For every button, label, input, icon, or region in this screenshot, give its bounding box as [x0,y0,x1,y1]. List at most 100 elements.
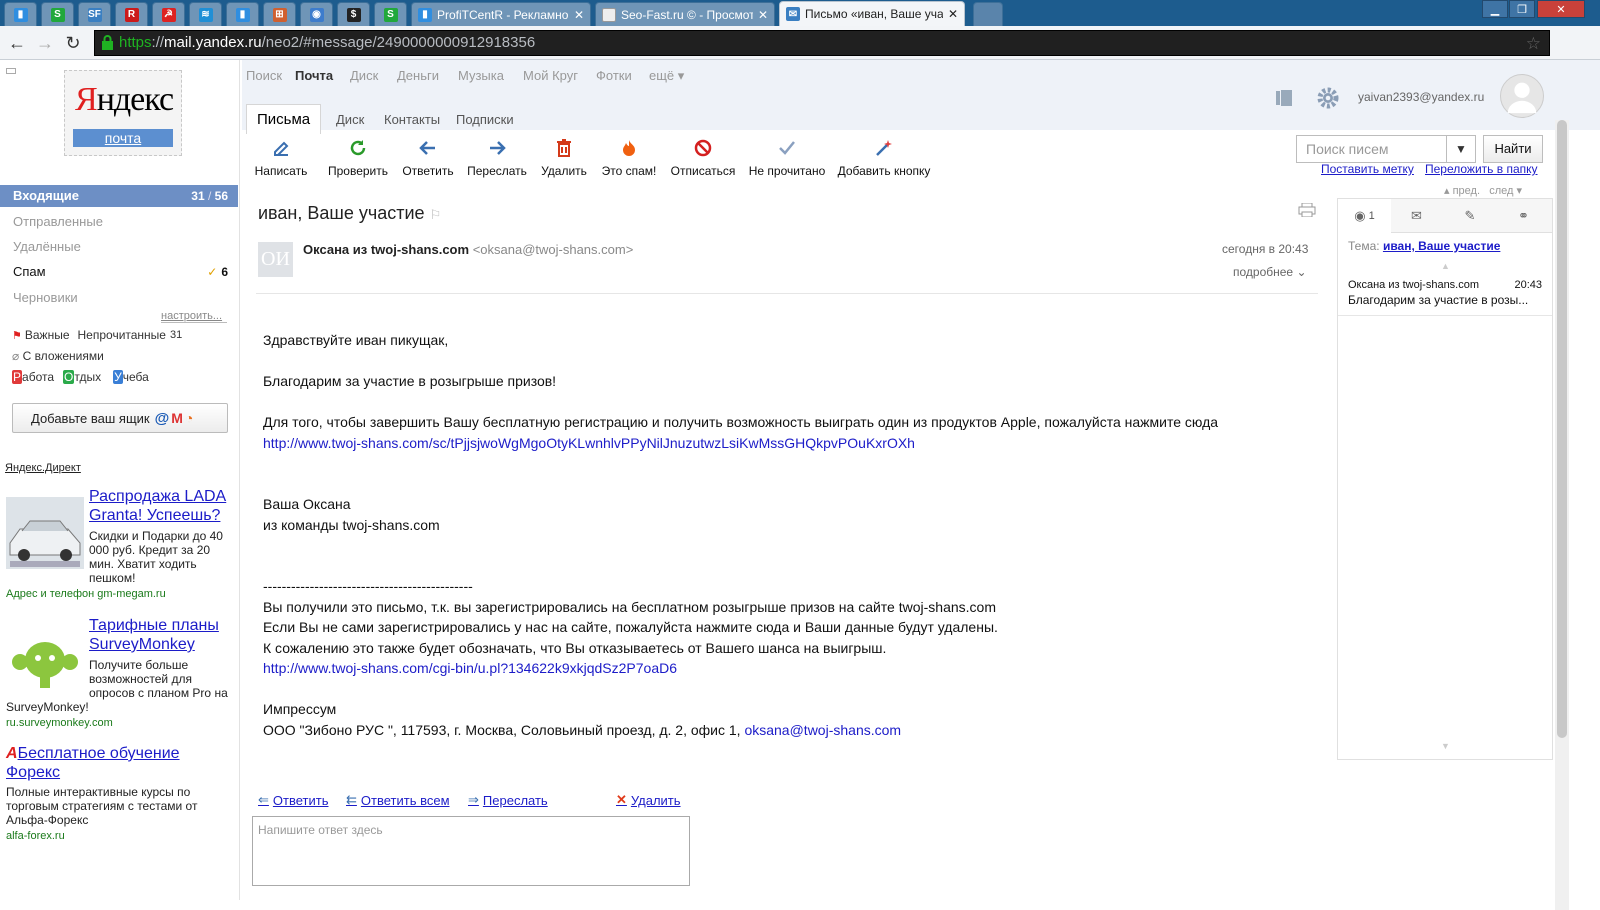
service-link[interactable]: ещё ▾ [649,68,684,84]
close-tab-icon[interactable]: ✕ [948,7,958,21]
service-link[interactable]: Диск [350,68,378,83]
thread-subject-link[interactable]: иван, Ваше участие [1383,239,1500,253]
search-button[interactable]: Найти [1483,135,1543,163]
browser-tab[interactable]: ☭ [152,2,185,26]
broom-icon[interactable]: ✓ [207,265,217,279]
service-link[interactable]: Фотки [596,68,632,83]
toolbar-reply-button[interactable]: Ответить [402,138,454,178]
footer-delete-button[interactable]: ✕ Удалить [616,792,681,808]
alfa-logo[interactable]: A [6,745,18,762]
browser-tab[interactable]: ▮ [226,2,259,26]
thread-tab[interactable]: ⚭ [1499,199,1552,233]
move-to-folder-link[interactable]: Переложить в папку [1425,162,1538,176]
scroll-up-icon[interactable]: ▲ [1441,261,1450,271]
browser-tab[interactable]: R [115,2,148,26]
folders-setup-link[interactable]: настроить... [161,310,227,323]
subtab-item[interactable]: Подписки [456,112,514,127]
reload-icon[interactable]: ↻ [62,32,84,54]
browser-tab[interactable]: S [374,2,407,26]
search-options-button[interactable]: ▼ [1446,135,1476,163]
ad-url[interactable]: alfa-forex.ru [6,830,230,842]
ad-url[interactable]: ru.surveymonkey.com [6,717,230,729]
thread-item[interactable]: Оксана из twoj-shans.com 20:43 Благодарим… [1338,274,1552,316]
browser-tab[interactable]: ⊞ [263,2,296,26]
service-link[interactable]: Музыка [458,68,504,83]
user-email[interactable]: yaivan2393@yandex.ru [1358,90,1484,104]
label-item[interactable]: Отдых [63,370,101,384]
message-sender[interactable]: Оксана из twoj-shans.com <oksana@twoj-sh… [303,242,633,257]
car-image[interactable] [6,497,84,572]
subtab-item[interactable]: Диск [336,112,364,127]
label-item[interactable]: Работа [12,370,54,384]
browser-tab[interactable]: ◉ [300,2,333,26]
thread-tab[interactable]: ✎ [1445,199,1498,233]
next-link[interactable]: след ▾ [1489,185,1522,197]
details-link[interactable]: подробнее ⌄ [1233,265,1307,279]
browser-tab[interactable]: ▮ ProfiTCentR - Рекламное ✕ [411,2,591,26]
scrollbar-thumb[interactable] [1557,120,1567,738]
bookmark-star-icon[interactable]: ☆ [1526,32,1541,56]
browser-tab[interactable]: ▮ [4,2,37,26]
body-link[interactable]: http://www.twoj-shans.com/cgi-bin/u.pl?1… [263,660,677,676]
url-bar[interactable]: https://mail.yandex.ru/neo2/#message/249… [94,30,1550,56]
folder-drafts[interactable]: Черновики [0,287,238,309]
footer-reply-all-button[interactable]: ⇇ Ответить всем [346,792,450,808]
thread-tab[interactable]: ✉ [1392,199,1445,233]
minimize-icon[interactable]: ▁ [1482,0,1508,18]
filter-important[interactable]: ⚑ Важные Непрочитанные 31 [12,328,182,342]
prev-link[interactable]: ▴ пред. [1444,185,1480,197]
toolbar-flame-button[interactable]: Это спам! [601,138,657,178]
folder-deleted[interactable]: Удалённые [0,236,238,258]
service-link[interactable]: Деньги [397,68,439,83]
browser-tab[interactable]: $ [337,2,370,26]
thread-tab[interactable]: ◉ 1 [1338,199,1391,233]
close-window-icon[interactable]: ✕ [1537,0,1585,18]
browser-tab[interactable]: ≋ [189,2,222,26]
close-tab-icon[interactable]: ✕ [574,8,584,22]
back-icon[interactable]: ← [6,32,28,54]
maximize-icon[interactable]: ❐ [1509,0,1535,18]
page-scrollbar[interactable] [1555,120,1569,910]
label-item[interactable]: Учеба [113,370,149,384]
filter-unread-label[interactable]: Непрочитанные [78,328,166,342]
gear-icon[interactable] [1316,86,1340,110]
subtab-letters[interactable]: Письма [246,104,322,134]
folder-sent[interactable]: Отправленные [0,211,238,233]
label-action-link[interactable]: Поставить метку [1321,162,1414,176]
toolbar-compose-button[interactable]: Написать [254,138,308,178]
browser-tab[interactable]: SF [78,2,111,26]
close-tab-icon[interactable]: ✕ [758,8,768,22]
new-tab-button[interactable] [973,2,1003,26]
ad-title[interactable]: Бесплатное обучение Форекс [6,745,180,781]
footer-reply-button[interactable]: ⇐ Ответить [258,792,328,808]
body-link[interactable]: oksana@twoj-shans.com [744,722,901,738]
ad-url[interactable]: Адрес и телефон gm-megam.ru [6,588,230,600]
collapse-icon[interactable] [6,68,16,74]
filter-attachments[interactable]: ⌀ С вложениями [12,349,104,363]
toolbar-refresh-button[interactable]: Проверить [328,138,388,178]
browser-tab[interactable]: S [41,2,74,26]
toolbar-block-button[interactable]: Отписаться [670,138,736,178]
footer-forward-button[interactable]: ⇒ Переслать [468,792,548,808]
browser-tab[interactable]: ✉ Письмо «иван, Ваше уча ✕ [779,1,965,26]
yandex-direct-link[interactable]: Яндекс.Директ [5,462,81,474]
forward-nav-icon[interactable]: → [34,32,56,54]
quick-reply-textarea[interactable]: Напишите ответ здесь [252,816,690,886]
print-icon[interactable] [1298,203,1316,217]
yandex-mail-logo[interactable]: Яндекс почта [64,70,182,156]
avatar[interactable] [1500,74,1544,118]
toolbar-check-button[interactable]: Не прочитано [748,138,826,178]
subtab-item[interactable]: Контакты [384,112,440,127]
folder-inbox[interactable]: Входящие 31 / 56 [0,185,238,207]
toolbar-forward-button[interactable]: Переслать [466,138,528,178]
toolbar-trash-button[interactable]: Удалить [540,138,588,178]
flag-outline-icon[interactable]: ⚐ [430,207,442,222]
service-link[interactable]: Поиск [246,68,282,83]
service-link[interactable]: Почта [295,68,333,83]
browser-tab[interactable]: Seo-Fast.ru © - Просмотр ✕ [595,2,775,26]
surveymonkey-logo[interactable] [6,630,84,693]
body-link[interactable]: http://www.twoj-shans.com/sc/tPjjsjwoWgM… [263,435,915,451]
toolbar-magic-wand-button[interactable]: Добавить кнопку [836,138,932,178]
columns-view-icon[interactable] [1274,88,1294,108]
folder-spam[interactable]: Спам ✓ 6 [0,261,238,283]
